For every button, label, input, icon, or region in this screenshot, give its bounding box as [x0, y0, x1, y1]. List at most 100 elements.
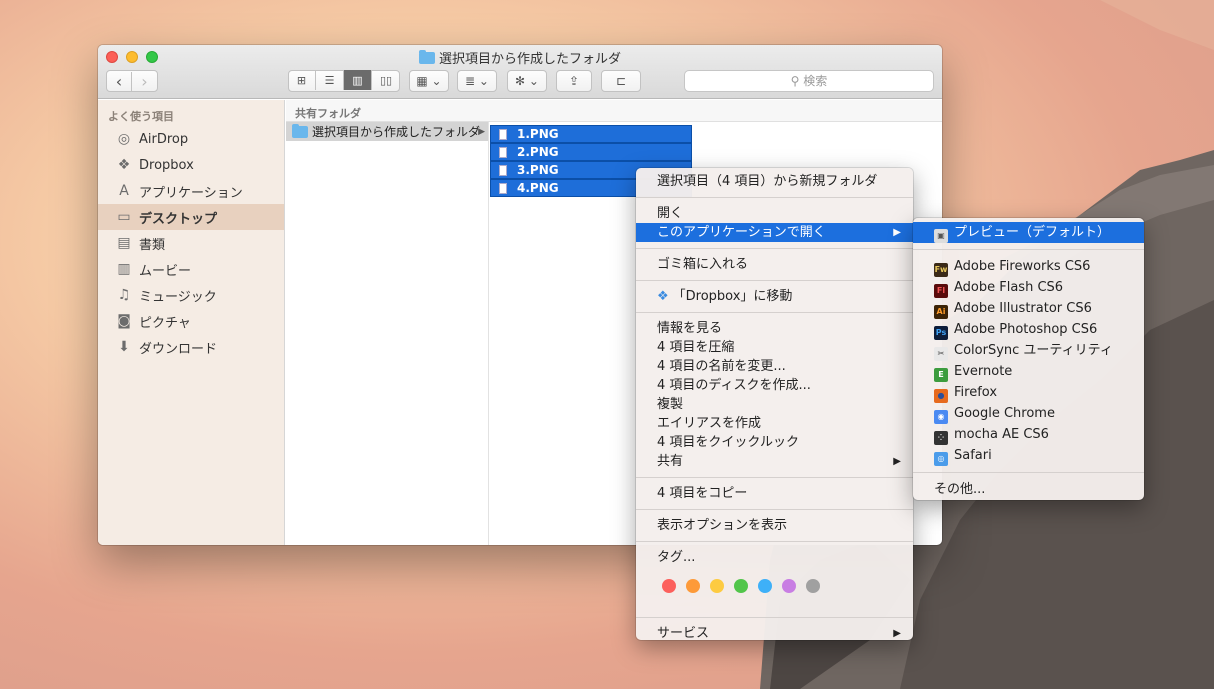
sidebar-item-applications[interactable]: A アプリケーション — [98, 178, 284, 204]
context-menu: 選択項目（4 項目）から新規フォルダ 開く このアプリケーションで開く ▶ ゴミ箱… — [636, 168, 913, 643]
app-item[interactable]: Fl Adobe Flash CS6 — [913, 277, 1144, 298]
column-1: 選択項目から作成したフォルダ ▶ — [286, 122, 489, 545]
app-label: ColorSync ユーティリティ — [954, 343, 1113, 358]
app-item[interactable]: ● Firefox — [913, 382, 1144, 403]
menu-open[interactable]: 開く — [636, 204, 913, 223]
menu-tags[interactable]: タグ... — [636, 548, 913, 567]
search-field[interactable]: ⚲ 検索 — [684, 70, 934, 92]
menu-share[interactable]: 共有 ▶ — [636, 452, 913, 471]
submenu-arrow-icon: ▶ — [893, 456, 901, 467]
tag-gray[interactable] — [806, 579, 820, 593]
sidebar-item-pictures[interactable]: ◙ ピクチャ — [98, 308, 284, 334]
menu-services[interactable]: サービス ▶ — [636, 624, 913, 643]
sidebar-item-desktop[interactable]: ▭ デスクトップ — [98, 204, 284, 230]
app-label: Google Chrome — [954, 406, 1055, 421]
tag-red[interactable] — [662, 579, 676, 593]
share-button[interactable]: ⇪ — [556, 70, 592, 92]
file-row[interactable]: 1.PNG — [490, 125, 692, 143]
sidebar-item-downloads[interactable]: ⬇ ダウンロード — [98, 334, 284, 360]
app-other[interactable]: その他... — [913, 479, 1144, 500]
menu-duplicate[interactable]: 複製 — [636, 395, 913, 414]
app-item[interactable]: E Evernote — [913, 361, 1144, 382]
app-item[interactable]: ⁘ mocha AE CS6 — [913, 424, 1144, 445]
menu-separator — [636, 197, 913, 198]
menu-separator — [913, 249, 1144, 250]
app-icon: ◎ — [934, 452, 948, 466]
tag-yellow[interactable] — [710, 579, 724, 593]
sidebar-item-airdrop[interactable]: ◎ AirDrop — [98, 126, 284, 152]
new-folder-icon: ⊏ — [615, 74, 627, 88]
menu-new-folder-from-selection[interactable]: 選択項目（4 項目）から新規フォルダ — [636, 172, 913, 191]
app-icon: Fl — [934, 284, 948, 298]
new-folder-button[interactable]: ⊏ — [601, 70, 641, 92]
app-item[interactable]: ✂ ColorSync ユーティリティ — [913, 340, 1144, 361]
app-label: Safari — [954, 448, 992, 463]
menu-separator — [636, 312, 913, 313]
menu-separator — [636, 541, 913, 542]
submenu-arrow-icon: ▶ — [893, 628, 901, 639]
sidebar-item-dropbox[interactable]: ❖ Dropbox — [98, 152, 284, 178]
sort-button[interactable]: ≣ ⌄ — [457, 70, 497, 92]
menu-separator — [636, 477, 913, 478]
dropbox-icon: ❖ — [117, 157, 131, 173]
app-preview-default[interactable]: ▣ プレビュー（デフォルト） — [913, 222, 1144, 243]
app-label: Firefox — [954, 385, 998, 400]
tag-blue[interactable] — [758, 579, 772, 593]
back-button[interactable]: ‹ — [107, 71, 132, 91]
menu-separator — [913, 472, 1144, 473]
titlebar: 選択項目から作成したフォルダ ‹ › ⊞ ☰ ▥ ▯▯ ▦ ⌄ ≣ ⌄ ✻ ⌄ … — [98, 45, 942, 99]
search-icon: ⚲ — [790, 74, 800, 88]
file-row[interactable]: 2.PNG — [490, 143, 692, 161]
app-label: mocha AE CS6 — [954, 427, 1049, 442]
preview-icon: ▣ — [934, 229, 948, 243]
coverflow-view-button[interactable]: ▯▯ — [372, 70, 400, 90]
folder-row[interactable]: 選択項目から作成したフォルダ ▶ — [286, 122, 488, 141]
sidebar-item-movies[interactable]: ▥ ムービー — [98, 256, 284, 282]
app-icon: Ai — [934, 305, 948, 319]
menu-open-with[interactable]: このアプリケーションで開く ▶ — [636, 223, 913, 242]
tag-orange[interactable] — [686, 579, 700, 593]
png-file-icon — [499, 182, 507, 194]
app-item[interactable]: ◉ Google Chrome — [913, 403, 1144, 424]
tag-green[interactable] — [734, 579, 748, 593]
tag-colors — [636, 567, 913, 611]
menu-rename[interactable]: 4 項目の名前を変更... — [636, 357, 913, 376]
app-icon: ✂ — [934, 347, 948, 361]
tag-purple[interactable] — [782, 579, 796, 593]
app-item[interactable]: Fw Adobe Fireworks CS6 — [913, 256, 1144, 277]
action-button[interactable]: ✻ ⌄ — [507, 70, 547, 92]
icon-view-button[interactable]: ⊞ — [288, 70, 316, 90]
png-file-icon — [499, 164, 507, 176]
sidebar-item-documents[interactable]: ▤ 書類 — [98, 230, 284, 256]
menu-move-to-trash[interactable]: ゴミ箱に入れる — [636, 255, 913, 274]
app-list: Fw Adobe Fireworks CS6 Fl Adobe Flash CS6 Ai… — [913, 256, 1144, 466]
app-label: Adobe Fireworks CS6 — [954, 259, 1091, 274]
arrange-icon: ▦ ⌄ — [416, 74, 442, 88]
menu-burn[interactable]: 4 項目のディスクを作成... — [636, 376, 913, 395]
app-item[interactable]: ◎ Safari — [913, 445, 1144, 466]
movies-icon: ▥ — [117, 261, 131, 277]
menu-make-alias[interactable]: エイリアスを作成 — [636, 414, 913, 433]
menu-quick-look[interactable]: 4 項目をクイックルック — [636, 433, 913, 452]
list-view-button[interactable]: ☰ — [316, 70, 344, 90]
arrange-button[interactable]: ▦ ⌄ — [409, 70, 449, 92]
app-item[interactable]: Ps Adobe Photoshop CS6 — [913, 319, 1144, 340]
menu-compress[interactable]: 4 項目を圧縮 — [636, 338, 913, 357]
menu-move-to-dropbox[interactable]: ❖ 「Dropbox」に移動 — [636, 287, 913, 306]
column-view-button[interactable]: ▥ — [344, 70, 372, 90]
applications-icon: A — [119, 183, 129, 199]
png-file-icon — [499, 146, 507, 158]
folder-icon — [292, 123, 308, 138]
menu-separator — [636, 280, 913, 281]
app-item[interactable]: Ai Adobe Illustrator CS6 — [913, 298, 1144, 319]
menu-get-info[interactable]: 情報を見る — [636, 319, 913, 338]
png-file-icon — [499, 128, 507, 140]
column-header: 共有フォルダ — [286, 100, 942, 122]
forward-button[interactable]: › — [132, 72, 157, 91]
music-icon: ♫ — [117, 287, 131, 303]
favorites-heading: よく使う項目 — [108, 110, 174, 123]
menu-copy[interactable]: 4 項目をコピー — [636, 484, 913, 503]
app-icon: E — [934, 368, 948, 382]
menu-view-options[interactable]: 表示オプションを表示 — [636, 516, 913, 535]
sidebar-item-music[interactable]: ♫ ミュージック — [98, 282, 284, 308]
